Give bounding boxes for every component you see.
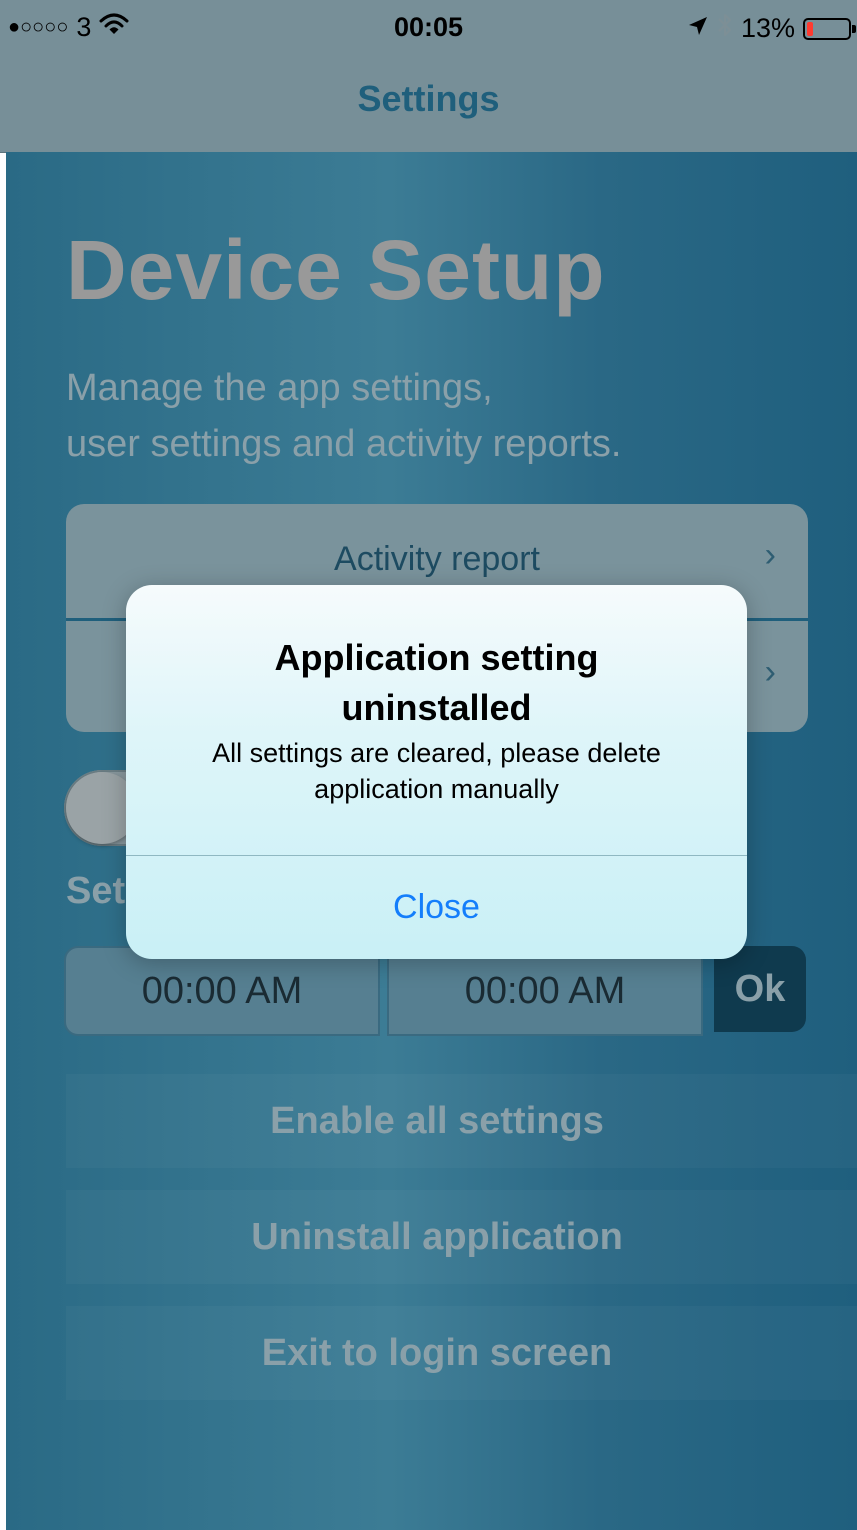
nav-title: Settings	[357, 78, 500, 119]
alert-close-button[interactable]: Close	[126, 856, 747, 959]
exit-to-login-button[interactable]: Exit to login screen	[66, 1306, 857, 1400]
start-time-field[interactable]: 00:00 AM	[64, 946, 380, 1036]
start-time-value: 00:00 AM	[141, 970, 303, 1012]
navigation-bar: Settings	[0, 56, 857, 153]
alert-message-line-1: All settings are cleared, please delete	[212, 738, 661, 768]
status-right: 13%	[687, 12, 856, 45]
end-time-value: 00:00 AM	[464, 970, 626, 1012]
set-time-label: Set	[66, 870, 126, 912]
alert-title-line-1: Application setting	[274, 637, 599, 678]
alert-message-line-2: application manually	[314, 774, 559, 804]
ok-button-label: Ok	[734, 968, 786, 1010]
uninstall-application-label: Uninstall application	[251, 1216, 623, 1258]
subtitle-line-2: user settings and activity reports.	[66, 423, 622, 465]
chevron-right-icon: ›	[764, 536, 776, 574]
page-heading: Device Setup	[66, 223, 606, 317]
exit-to-login-label: Exit to login screen	[261, 1332, 613, 1374]
status-bar: ●○○○○ 3 00:05 13%	[0, 0, 857, 56]
subtitle-line-1: Manage the app settings,	[66, 367, 493, 409]
bluetooth-icon	[717, 12, 733, 45]
page-subtitle: Manage the app settings, user settings a…	[66, 360, 621, 472]
list-item-label: Activity report	[334, 540, 540, 578]
alert-dialog: Application setting uninstalled All sett…	[126, 585, 747, 959]
battery-percent: 13%	[740, 13, 795, 43]
alert-title-line-2: uninstalled	[341, 687, 532, 728]
alert-title: Application setting uninstalled	[146, 633, 727, 733]
alert-message: All settings are cleared, please delete …	[146, 735, 727, 807]
enable-all-settings-label: Enable all settings	[270, 1100, 604, 1142]
enable-all-settings-button[interactable]: Enable all settings	[66, 1074, 857, 1168]
chevron-right-icon: ›	[764, 653, 776, 691]
end-time-field[interactable]: 00:00 AM	[387, 946, 703, 1036]
location-arrow-icon	[687, 13, 709, 44]
battery-low-icon	[803, 17, 856, 40]
app-screen: ●○○○○ 3 00:05 13% Settings Device Setup …	[0, 0, 857, 1530]
uninstall-application-button[interactable]: Uninstall application	[66, 1190, 857, 1284]
alert-close-label: Close	[393, 888, 480, 926]
